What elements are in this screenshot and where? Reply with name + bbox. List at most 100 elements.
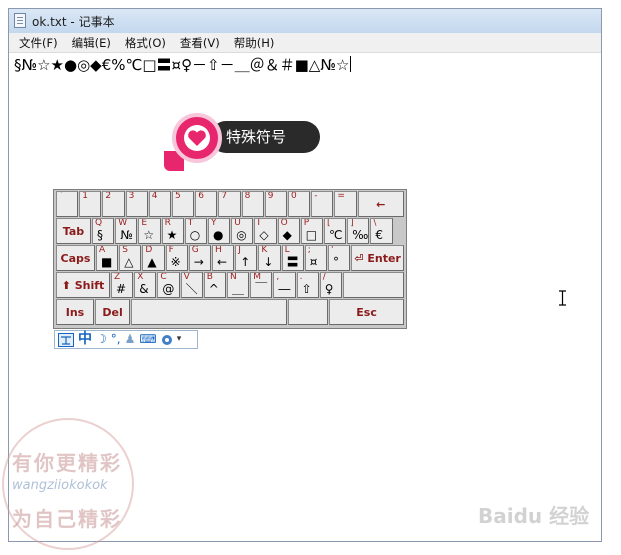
key-sym8[interactable]: . ⇧ — [296, 272, 319, 298]
key-p[interactable]: P □ — [300, 218, 323, 244]
key-ins[interactable]: Ins — [56, 299, 94, 325]
key-blank-label — [344, 273, 403, 297]
key-space-label — [132, 300, 286, 324]
ime-user-icon[interactable]: ♟ — [125, 331, 136, 348]
key-h[interactable]: H ← — [212, 245, 235, 271]
key-u-symbol: ◎ — [236, 228, 247, 242]
ime-menu-arrow-icon[interactable]: ▾ — [177, 331, 182, 348]
key-sym12-symbol: € — [375, 228, 384, 242]
key-4[interactable]: 4 — [148, 191, 171, 217]
key-3-char: 3 — [128, 191, 135, 201]
key-x-symbol: & — [139, 282, 149, 296]
key-6[interactable]: 6 — [195, 191, 218, 217]
key-u[interactable]: U ◎ — [231, 218, 254, 244]
ime-settings-icon[interactable] — [161, 334, 173, 346]
key-12-char: = — [337, 191, 345, 201]
key-tab[interactable]: Tab — [56, 218, 91, 244]
key-k[interactable]: K ↓ — [258, 245, 281, 271]
key-i[interactable]: I ◇ — [254, 218, 277, 244]
key-backspace-label: ← — [376, 197, 386, 211]
key-enter[interactable]: ⏎ Enter — [351, 245, 404, 271]
key-k-symbol: ↓ — [263, 255, 274, 269]
key-f-symbol: ※ — [170, 255, 181, 269]
key-sym9-symbol: ♀ — [324, 282, 334, 296]
key-blank-2-label — [289, 300, 327, 324]
key-del[interactable]: Del — [95, 299, 131, 325]
key-n[interactable]: N ＿ — [227, 272, 250, 298]
key-m[interactable]: M ￣ — [250, 272, 273, 298]
key-caps-label: Caps — [60, 251, 91, 265]
key-11[interactable]: - — [311, 191, 334, 217]
menu-view[interactable]: 查看(V) — [180, 35, 220, 51]
title-bar[interactable]: ok.txt - 记事本 — [9, 9, 601, 34]
key-sym7[interactable]: , ― — [273, 272, 296, 298]
ime-soft-keyboard-icon[interactable]: ⌨ — [139, 331, 156, 348]
key-6-char: 6 — [198, 191, 204, 201]
key-9[interactable]: 9 — [264, 191, 287, 217]
key-s-symbol: △ — [124, 255, 134, 269]
key-b[interactable]: B ^ — [203, 272, 226, 298]
key-sym12[interactable]: \ € — [370, 218, 393, 244]
key-sym9[interactable]: / ♀ — [319, 272, 342, 298]
watermark-text-1: 有你更精彩 — [12, 451, 122, 475]
key-d-symbol: ▲ — [147, 255, 157, 269]
ime-punctuation[interactable]: °, — [111, 331, 121, 348]
key-j[interactable]: J ↑ — [235, 245, 258, 271]
key-7[interactable]: 7 — [218, 191, 241, 217]
key-f[interactable]: F ※ — [165, 245, 188, 271]
key-v[interactable]: V ＼ — [180, 272, 203, 298]
menu-help[interactable]: 帮助(H) — [234, 35, 275, 51]
key-w[interactable]: W № — [115, 218, 138, 244]
key-3[interactable]: 3 — [125, 191, 148, 217]
menu-file[interactable]: 文件(F) — [19, 35, 58, 51]
key-o-symbol: ◆ — [282, 228, 292, 242]
key-space[interactable] — [131, 299, 288, 325]
key-2[interactable]: 2 — [102, 191, 125, 217]
key-5[interactable]: 5 — [172, 191, 195, 217]
key-m-symbol: ￣ — [255, 282, 268, 296]
soft-keyboard: ` 1 2 3 4 5 6 7 8 9 0 - = ← Tab Q § W № E ☆ R ★ T ○ Y ● U ◎ I ◇ O ◆ P □[℃]… — [53, 189, 407, 329]
key-caps[interactable]: Caps — [56, 245, 95, 271]
key-12[interactable]: = — [334, 191, 357, 217]
key-esc[interactable]: Esc — [329, 299, 404, 325]
key-z-symbol: # — [116, 282, 127, 296]
key-a[interactable]: A ■ — [96, 245, 119, 271]
key-1[interactable]: 1 — [79, 191, 102, 217]
key-sym11[interactable]: ] ‰ — [347, 218, 370, 244]
ime-chinese-mode[interactable]: 中 — [78, 331, 92, 348]
key-z[interactable]: Z # — [111, 272, 134, 298]
key-g[interactable]: G → — [188, 245, 211, 271]
notepad-icon — [14, 13, 26, 28]
key-sym10[interactable]: [℃ — [324, 218, 347, 244]
ime-halfwidth-icon[interactable]: ☽ — [96, 331, 107, 348]
key-l[interactable]: L 〓 — [281, 245, 304, 271]
key-r[interactable]: R ★ — [161, 218, 184, 244]
menu-edit[interactable]: 编辑(E) — [72, 35, 111, 51]
key-c[interactable]: C @ — [157, 272, 180, 298]
key-d[interactable]: D ▲ — [142, 245, 165, 271]
key-q[interactable]: Q § — [92, 218, 115, 244]
key-sym9[interactable]: ; ¤ — [304, 245, 327, 271]
key-sym10[interactable]: ' ° — [328, 245, 351, 271]
key-w-symbol: № — [120, 228, 133, 242]
key-backspace[interactable]: ← — [357, 191, 404, 217]
key-e[interactable]: E ☆ — [138, 218, 161, 244]
key-s[interactable]: S △ — [119, 245, 142, 271]
key-y[interactable]: Y ● — [208, 218, 231, 244]
document-content: §№☆★●◎◆€%℃□〓¤♀－⇧－＿＠＆＃■△№☆ — [14, 54, 352, 75]
ime-logo-icon[interactable] — [58, 332, 74, 347]
key-11-char: - — [314, 191, 318, 201]
key-8[interactable]: 8 — [241, 191, 264, 217]
key-10[interactable]: 0 — [288, 191, 311, 217]
key-x[interactable]: X & — [134, 272, 157, 298]
key-t[interactable]: T ○ — [184, 218, 207, 244]
menu-format[interactable]: 格式(O) — [125, 35, 166, 51]
key-a-symbol: ■ — [101, 255, 113, 269]
badge-label: 特殊符号 — [226, 128, 287, 146]
key-shift[interactable]: ⬆ Shift — [56, 272, 110, 298]
key-0[interactable]: ` — [56, 191, 79, 217]
key-o[interactable]: O ◆ — [277, 218, 300, 244]
key-h-symbol: ← — [217, 255, 228, 269]
key-sym9-symbol: ¤ — [309, 255, 318, 269]
ime-toolbar: 中 ☽ °, ♟ ⌨ ▾ — [54, 330, 198, 349]
